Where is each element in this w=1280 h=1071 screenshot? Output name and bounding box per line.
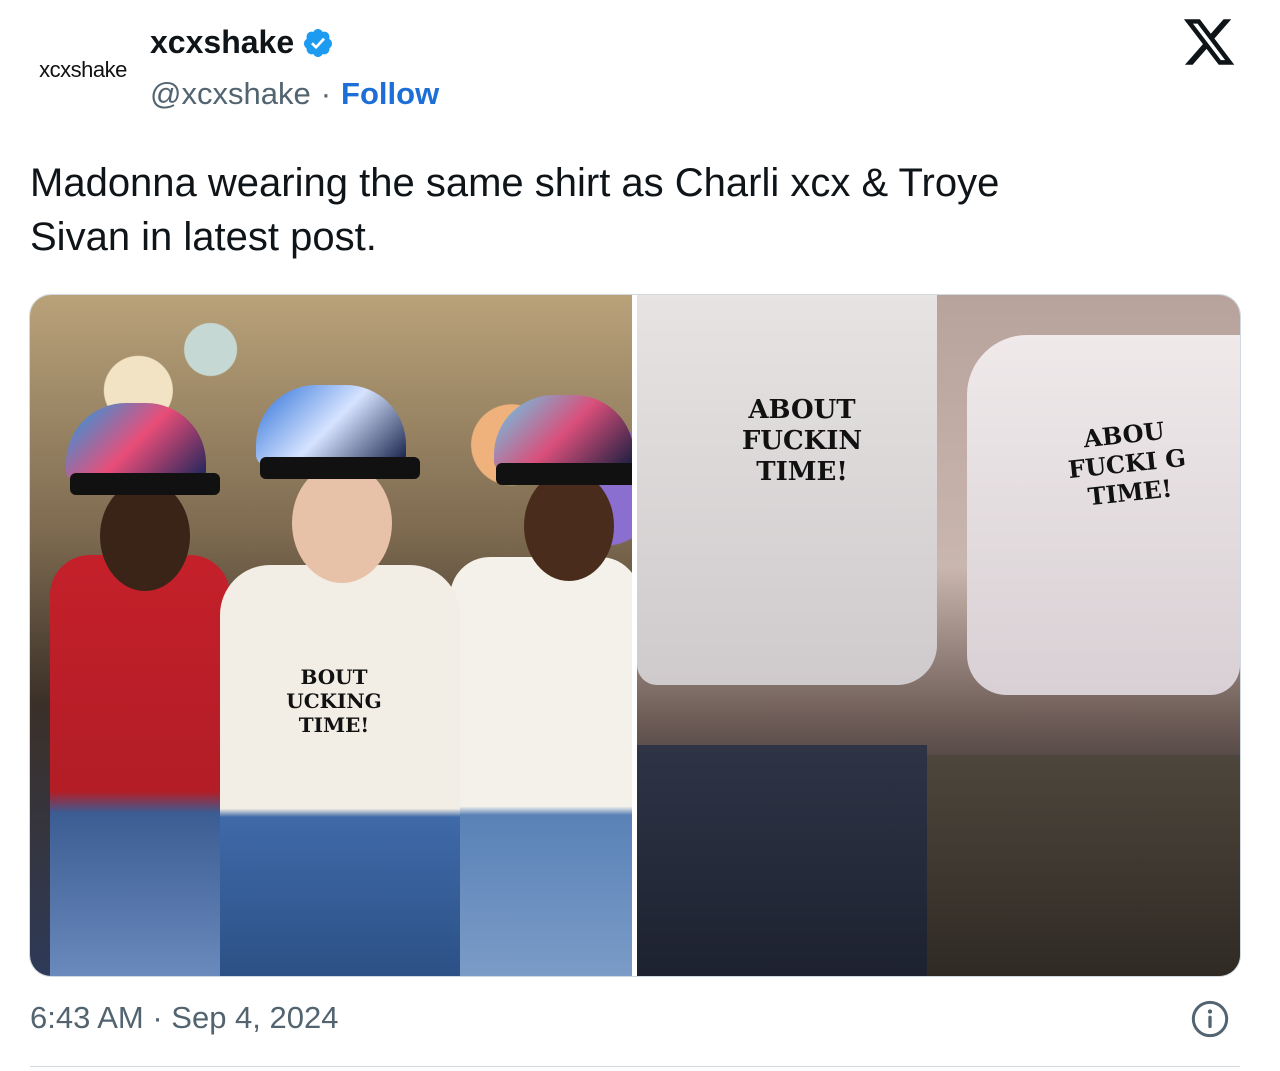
handle[interactable]: @xcxshake bbox=[150, 76, 311, 112]
cap bbox=[256, 385, 406, 465]
follow-button[interactable]: Follow bbox=[341, 76, 439, 112]
cap bbox=[66, 403, 206, 481]
tweet-text: Madonna wearing the same shirt as Charli… bbox=[30, 161, 1000, 259]
tank-top-left bbox=[637, 295, 937, 685]
person-left bbox=[50, 555, 230, 976]
author-name-row: xcxshake bbox=[150, 24, 334, 61]
person-center bbox=[220, 565, 460, 976]
separator-dot: · bbox=[320, 76, 332, 111]
jeans-right bbox=[927, 755, 1240, 976]
x-logo-icon[interactable] bbox=[1180, 14, 1238, 70]
shirt-print: BOUT UCKING TIME! bbox=[286, 665, 382, 737]
shirt-print: ABOUT FUCKIN TIME! bbox=[741, 395, 863, 488]
display-name[interactable]: xcxshake bbox=[150, 24, 294, 61]
media-grid[interactable]: BOUT UCKING TIME! ABOUT FUCKIN TIME! ABO… bbox=[29, 294, 1241, 977]
jeans-left bbox=[637, 745, 927, 976]
timestamp[interactable]: 6:43 AM · Sep 4, 2024 bbox=[30, 1000, 339, 1036]
avatar-text: xcxshake bbox=[39, 57, 127, 82]
divider bbox=[30, 1066, 1240, 1067]
face bbox=[524, 471, 614, 581]
verified-badge-icon bbox=[304, 28, 333, 57]
photo-right[interactable]: ABOUT FUCKIN TIME! ABOU FUCKI G TIME! bbox=[637, 295, 1240, 976]
face bbox=[292, 463, 392, 583]
cap bbox=[494, 395, 632, 471]
face bbox=[100, 481, 190, 591]
handle-row: @xcxshake · Follow bbox=[150, 76, 439, 112]
cap-brim bbox=[70, 473, 220, 495]
info-icon[interactable] bbox=[1190, 999, 1230, 1039]
tank-top-right bbox=[967, 335, 1240, 695]
avatar[interactable]: xcxshake bbox=[28, 30, 138, 110]
person-right bbox=[450, 557, 632, 976]
cap-brim bbox=[260, 457, 420, 479]
photo-left[interactable]: BOUT UCKING TIME! bbox=[30, 295, 632, 976]
cap-brim bbox=[496, 463, 632, 485]
